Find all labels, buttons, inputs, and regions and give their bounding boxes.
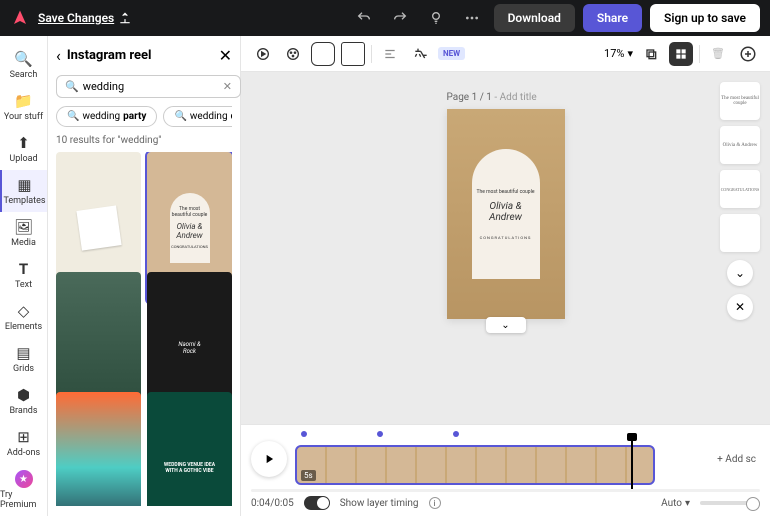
scene-thumb[interactable]: CONGRATULATIONS <box>720 170 760 208</box>
congrats-text: CONGRATULATIONS <box>480 235 532 240</box>
brands-icon: ⬢ <box>15 386 33 404</box>
arch-frame[interactable]: The most beautiful couple Olivia & Andre… <box>472 149 540 279</box>
nav-templates[interactable]: ▦Templates <box>0 170 47 212</box>
page-label[interactable]: Page 1 / 1 - Add title <box>447 92 537 103</box>
results-count: 10 results for "wedding" <box>56 135 232 146</box>
save-changes-link[interactable]: Save Changes <box>38 11 132 25</box>
folder-icon: 📁 <box>15 92 33 110</box>
layer-timing-label: Show layer timing <box>340 498 419 509</box>
keyframe-dot[interactable] <box>377 431 383 437</box>
search-icon: 🔍 <box>65 80 79 93</box>
subtitle-text: The most beautiful couple <box>477 189 535 195</box>
text-icon: T <box>15 260 33 278</box>
nav-addons[interactable]: ⊞Add-ons <box>0 422 47 464</box>
nav-upload[interactable]: ⬆Upload <box>0 128 47 170</box>
nav-text[interactable]: TText <box>0 254 47 296</box>
sidepanel-title: Instagram reel <box>67 48 213 63</box>
nav-media[interactable]: 🖼Media <box>0 212 47 254</box>
add-scene-button[interactable]: + Add sc <box>713 454 760 465</box>
names-text: Olivia & Andrew <box>476 201 536 223</box>
nav-your-stuff[interactable]: 📁Your stuff <box>0 86 47 128</box>
template-thumb[interactable] <box>56 392 141 506</box>
search-icon: 🔍 <box>15 50 33 68</box>
template-search-input[interactable]: 🔍 ✕ <box>56 75 241 98</box>
layer-timing-toggle[interactable] <box>304 496 330 510</box>
signup-button[interactable]: Sign up to save <box>650 4 760 32</box>
elements-icon: ◇ <box>15 302 33 320</box>
collapse-thumbs-icon[interactable]: ⌄ <box>727 260 753 286</box>
redo-icon[interactable] <box>386 4 414 32</box>
suggestion-chip[interactable]: 🔍wedding d <box>163 106 232 127</box>
info-icon[interactable]: i <box>429 497 441 509</box>
clear-search-icon[interactable]: ✕ <box>223 80 232 93</box>
play-button[interactable] <box>251 441 287 477</box>
canvas-page[interactable]: The most beautiful couple Olivia & Andre… <box>447 109 565 319</box>
nav-search[interactable]: 🔍Search <box>0 44 47 86</box>
clip-duration: 5s <box>301 470 316 481</box>
palette-icon[interactable] <box>281 42 305 66</box>
more-icon[interactable] <box>458 4 486 32</box>
align-icon[interactable] <box>378 42 402 66</box>
nav-grids[interactable]: ▤Grids <box>0 338 47 380</box>
keyframe-dot[interactable] <box>453 431 459 437</box>
animate-icon[interactable] <box>251 42 275 66</box>
grid-view-icon[interactable] <box>669 42 693 66</box>
timeline-track[interactable]: 5s <box>295 445 655 485</box>
addons-icon: ⊞ <box>15 428 33 446</box>
keyframe-dot[interactable] <box>301 431 307 437</box>
share-button[interactable]: Share <box>583 4 642 32</box>
nav-brands[interactable]: ⬢Brands <box>0 380 47 422</box>
round-corners-icon[interactable] <box>311 42 335 66</box>
timeline-zoom-slider[interactable] <box>700 501 760 505</box>
add-page-icon[interactable] <box>736 42 760 66</box>
zoom-dropdown[interactable]: 17%▾ <box>604 47 633 60</box>
undo-icon[interactable] <box>350 4 378 32</box>
delete-icon[interactable]: 🗑 <box>706 42 730 66</box>
templates-icon: ▦ <box>16 176 34 194</box>
layers-icon[interactable] <box>639 42 663 66</box>
nav-premium[interactable]: ★Try Premium <box>0 464 47 516</box>
square-corners-icon[interactable] <box>341 42 365 66</box>
scene-thumb[interactable]: Olivia & Andrew <box>720 126 760 164</box>
nav-elements[interactable]: ◇Elements <box>0 296 47 338</box>
template-thumb[interactable]: WEDDING VENUE IDEAWITH A GOTHIC VIBE <box>147 392 232 506</box>
new-badge: NEW <box>438 47 465 60</box>
time-display: 0:04/0:05 <box>251 498 294 509</box>
playhead[interactable] <box>631 439 633 489</box>
premium-icon: ★ <box>15 470 33 488</box>
expand-page-icon[interactable]: ⌄ <box>486 317 526 333</box>
scene-thumb[interactable] <box>720 214 760 252</box>
lightbulb-icon[interactable] <box>422 4 450 32</box>
close-panel-icon[interactable]: ✕ <box>219 46 232 65</box>
media-icon: 🖼 <box>15 218 33 236</box>
auto-dropdown[interactable]: Auto▾ <box>661 498 690 509</box>
back-icon[interactable]: ‹ <box>56 46 61 65</box>
download-button[interactable]: Download <box>494 4 575 32</box>
close-thumbs-icon[interactable]: ✕ <box>727 294 753 320</box>
grids-icon: ▤ <box>15 344 33 362</box>
scene-thumb[interactable]: The most beautiful couple <box>720 82 760 120</box>
upload-icon: ⬆ <box>15 134 33 152</box>
chevron-down-icon: ▾ <box>627 47 633 60</box>
translate-icon[interactable] <box>408 42 432 66</box>
suggestion-chip[interactable]: 🔍wedding party <box>56 106 157 127</box>
app-logo[interactable] <box>10 8 30 28</box>
